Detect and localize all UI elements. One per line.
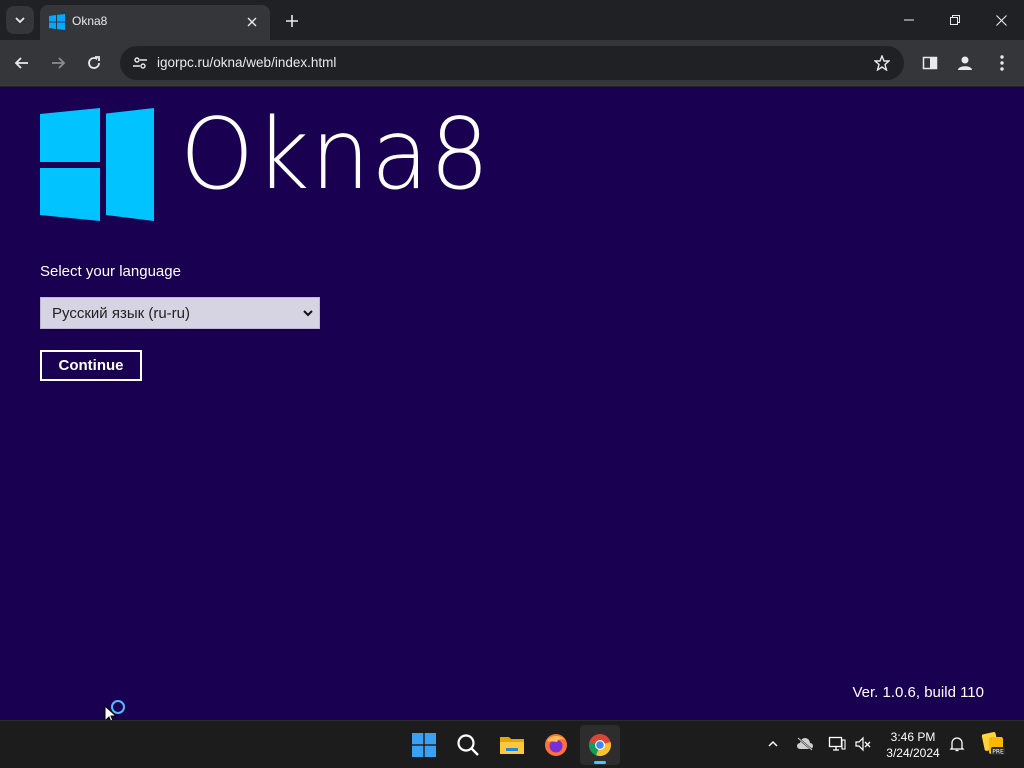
tune-icon <box>133 57 147 69</box>
browser-tab[interactable]: Okna8 <box>40 5 270 40</box>
svg-text:PRE: PRE <box>992 749 1004 756</box>
clock-time: 3:46 PM <box>890 730 936 744</box>
taskbar-chrome[interactable] <box>580 725 620 765</box>
cloud-off-icon <box>797 737 813 751</box>
forward-button[interactable] <box>44 49 72 77</box>
bookmark-button[interactable] <box>870 51 894 75</box>
taskbar-start-button[interactable] <box>404 725 444 765</box>
address-bar[interactable]: igorpc.ru/okna/web/index.html <box>120 46 904 80</box>
tray-volume-button[interactable] <box>852 733 874 755</box>
search-icon <box>457 734 479 756</box>
close-window-button[interactable] <box>978 0 1024 40</box>
arrow-left-icon <box>14 57 28 69</box>
language-label: Select your language <box>40 263 181 280</box>
volume-muted-icon <box>855 736 871 752</box>
menu-button[interactable] <box>988 49 1016 77</box>
version-text: Ver. 1.0.6, build 110 <box>852 684 985 701</box>
file-explorer-icon <box>500 737 524 754</box>
close-icon <box>995 14 1007 26</box>
close-icon <box>247 17 257 27</box>
reload-button[interactable] <box>80 49 108 77</box>
new-tab-button[interactable] <box>280 9 304 33</box>
taskbar-search-button[interactable] <box>448 725 488 765</box>
notifications-button[interactable] <box>946 733 968 755</box>
restore-icon <box>950 15 960 25</box>
tab-strip: Okna8 <box>0 0 1024 40</box>
windows-logo-icon <box>49 14 65 30</box>
side-panel-icon <box>922 56 938 70</box>
tray-network-button[interactable] <box>826 733 848 755</box>
plus-icon <box>286 15 298 27</box>
arrow-right-icon <box>52 57 66 69</box>
profile-button[interactable] <box>951 49 979 77</box>
firefox-icon <box>545 734 567 756</box>
minimize-button[interactable] <box>886 0 932 40</box>
tray-cloud-button[interactable] <box>794 733 816 755</box>
taskbar-file-explorer[interactable] <box>492 725 532 765</box>
windows-logo-icon <box>40 108 154 221</box>
chevron-down-icon <box>15 17 25 24</box>
language-selected-value: Русский язык (ru-ru) <box>52 304 190 322</box>
start-icon <box>412 733 436 757</box>
brand-title: Okna8 <box>180 98 491 212</box>
taskbar-firefox[interactable] <box>536 725 576 765</box>
chevron-up-icon <box>768 740 778 747</box>
active-app-indicator <box>594 761 606 764</box>
page-content: Okna8 Select your language Русский язык … <box>0 87 1024 725</box>
browser-toolbar: igorpc.ru/okna/web/index.html <box>0 40 1024 86</box>
clock-date: 3/24/2024 <box>886 746 940 760</box>
tray-app-badge[interactable]: PRE <box>980 731 1006 757</box>
continue-button[interactable]: Continue <box>40 350 142 381</box>
back-button[interactable] <box>8 49 36 77</box>
tab-close-button[interactable] <box>242 12 262 32</box>
star-icon <box>874 55 890 71</box>
restore-button[interactable] <box>932 0 978 40</box>
taskbar-clock[interactable]: 3:46 PM 3/24/2024 <box>880 729 946 761</box>
chevron-down-icon <box>303 310 313 317</box>
tab-title: Okna8 <box>72 14 108 28</box>
profile-icon <box>958 56 972 70</box>
tab-search-button[interactable] <box>6 6 34 34</box>
minimize-icon <box>904 19 914 21</box>
url-text: igorpc.ru/okna/web/index.html <box>157 55 337 70</box>
site-info-button[interactable] <box>128 51 152 75</box>
side-panel-button[interactable] <box>916 49 944 77</box>
bell-icon <box>949 737 965 752</box>
language-select[interactable]: Русский язык (ru-ru) <box>40 297 320 329</box>
app-pre-icon: PRE <box>981 732 1005 756</box>
tray-overflow-button[interactable] <box>762 733 784 755</box>
chrome-icon <box>589 734 611 757</box>
network-icon <box>828 736 846 751</box>
taskbar: 3:46 PM 3/24/2024 PRE <box>0 720 1024 768</box>
reload-icon <box>88 56 100 69</box>
more-vert-icon <box>1000 55 1004 71</box>
